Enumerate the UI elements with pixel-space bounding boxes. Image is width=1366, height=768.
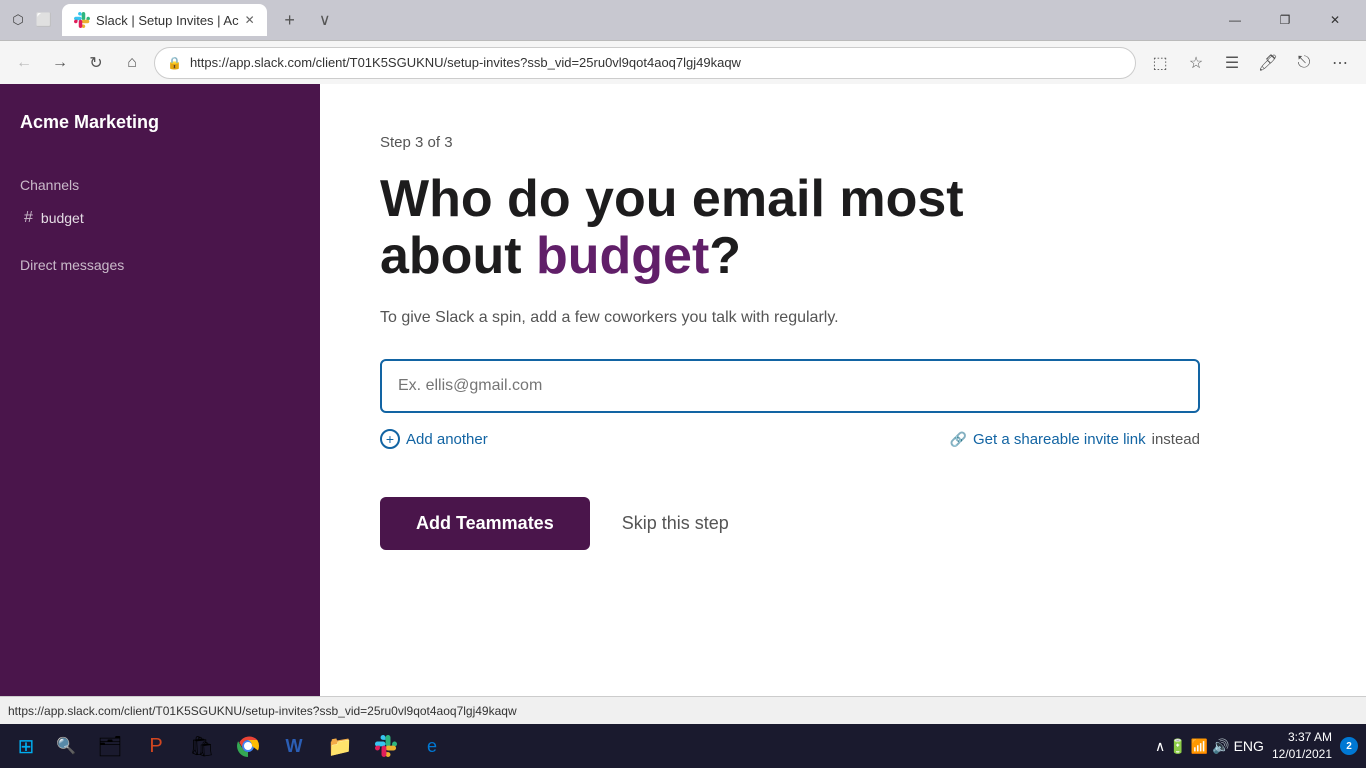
subtitle: To give Slack a spin, add a few coworker… — [380, 309, 980, 327]
taskbar-right: ∧ 🔋 📶 🔊 ENG 3:37 AM 12/01/2021 2 — [1155, 729, 1358, 763]
heading-part3: ? — [709, 227, 741, 285]
workspace-name: Acme Marketing — [16, 104, 304, 141]
taskbar-apps: 🗂 P 🛍 W 📁 — [88, 724, 454, 768]
forward-button[interactable]: → — [46, 49, 74, 77]
back-button[interactable]: ← — [10, 49, 38, 77]
channels-label: Channels — [16, 173, 304, 197]
invite-link-suffix: instead — [1152, 431, 1200, 448]
status-bar: https://app.slack.com/client/T01K5SGUKNU… — [0, 696, 1366, 724]
tab-icon-prev[interactable]: ⬡ — [8, 10, 28, 30]
url-bar[interactable]: 🔒 https://app.slack.com/client/T01K5SGUK… — [154, 47, 1136, 79]
new-tab-button[interactable]: + — [275, 4, 305, 36]
network-icon: 📶 — [1191, 738, 1208, 755]
minimize-button[interactable]: — — [1212, 0, 1258, 40]
skip-step-button[interactable]: Skip this step — [614, 497, 737, 550]
sidebar-toggle-icon[interactable]: ⬚ — [1144, 47, 1176, 79]
taskbar-app-fileexplorer[interactable]: 🗂 — [88, 724, 132, 768]
taskbar-clock[interactable]: 3:37 AM 12/01/2021 — [1272, 729, 1332, 763]
taskbar-app-files[interactable]: 📁 — [318, 724, 362, 768]
more-icon[interactable]: ⋯ — [1324, 47, 1356, 79]
slack-taskbar-icon — [375, 735, 397, 757]
share-icon[interactable]: ⎋ — [1288, 47, 1320, 79]
plus-circle-icon: + — [380, 429, 400, 449]
taskbar-app-slack[interactable] — [364, 724, 408, 768]
battery-icon: 🔋 — [1169, 738, 1186, 755]
tab-title: Slack | Setup Invites | Ac — [96, 13, 239, 28]
title-bar: ⬡ ⬜ Slack | Setup Invites | Ac ✕ + ∨ — ❐… — [0, 0, 1366, 40]
add-another-label: Add another — [406, 431, 488, 448]
title-bar-icons: ⬡ ⬜ — [8, 10, 54, 30]
content-area: Step 3 of 3 Who do you email most about … — [320, 84, 1366, 696]
direct-messages-label: Direct messages — [16, 253, 304, 277]
search-button[interactable]: 🔍 — [48, 728, 84, 764]
slack-tab-icon — [74, 12, 90, 28]
system-tray: ∧ 🔋 📶 🔊 ENG — [1155, 738, 1264, 755]
notification-badge[interactable]: 2 — [1340, 737, 1358, 755]
taskbar-app-powerpoint[interactable]: P — [134, 724, 178, 768]
chevron-up-icon[interactable]: ∧ — [1155, 738, 1165, 755]
main-heading: Who do you email most about budget? — [380, 171, 1180, 285]
clock-date: 12/01/2021 — [1272, 746, 1332, 763]
search-icon: 🔍 — [56, 736, 76, 756]
word-icon: W — [286, 736, 303, 757]
chrome-icon — [237, 735, 259, 757]
bookmark-icon[interactable]: ☆ — [1180, 47, 1212, 79]
profile-icon[interactable]: 🖊 — [1252, 47, 1284, 79]
store-icon: 🛍 — [189, 734, 214, 759]
step-label: Step 3 of 3 — [380, 134, 1306, 151]
tab-icon-capture[interactable]: ⬜ — [34, 10, 54, 30]
heading-highlight: budget — [536, 227, 709, 285]
maximize-button[interactable]: ❐ — [1262, 0, 1308, 40]
file-explorer-icon: 🗂 — [97, 734, 122, 759]
taskbar-app-edge[interactable]: e — [410, 724, 454, 768]
files-icon: 📁 — [328, 734, 353, 759]
edge-icon: e — [427, 736, 437, 757]
heading-part2: about — [380, 227, 536, 285]
tab-close-button[interactable]: ✕ — [245, 13, 255, 27]
sidebar-channel-budget[interactable]: # budget — [16, 205, 304, 231]
windows-logo-icon: ⊞ — [18, 734, 35, 759]
hash-icon: # — [24, 209, 33, 227]
reload-button[interactable]: ↻ — [82, 49, 110, 77]
taskbar-app-chrome[interactable] — [226, 724, 270, 768]
collections-icon[interactable]: ☰ — [1216, 47, 1248, 79]
address-bar: ← → ↻ ⌂ 🔒 https://app.slack.com/client/T… — [0, 40, 1366, 84]
sidebar: Acme Marketing Channels # budget Direct … — [0, 84, 320, 696]
home-button[interactable]: ⌂ — [118, 49, 146, 77]
link-icon: 🔗 — [950, 431, 967, 448]
actions-row: + Add another 🔗 Get a shareable invite l… — [380, 429, 1200, 449]
window-controls: — ❐ ✕ — [1212, 0, 1358, 40]
taskbar: ⊞ 🔍 🗂 P 🛍 — [0, 724, 1366, 768]
lock-icon: 🔒 — [167, 56, 182, 70]
invite-link-label: Get a shareable invite link — [973, 431, 1146, 448]
active-tab[interactable]: Slack | Setup Invites | Ac ✕ — [62, 4, 267, 36]
close-button[interactable]: ✕ — [1312, 0, 1358, 40]
add-another-button[interactable]: + Add another — [380, 429, 488, 449]
taskbar-app-store[interactable]: 🛍 — [180, 724, 224, 768]
taskbar-app-word[interactable]: W — [272, 724, 316, 768]
start-button[interactable]: ⊞ — [8, 728, 44, 764]
tab-list-button[interactable]: ∨ — [313, 10, 337, 30]
invite-link[interactable]: 🔗 Get a shareable invite link instead — [950, 431, 1200, 448]
toolbar-icons: ⬚ ☆ ☰ 🖊 ⎋ ⋯ — [1144, 47, 1356, 79]
main-area: Acme Marketing Channels # budget Direct … — [0, 84, 1366, 696]
heading-part1: Who do you email most — [380, 170, 964, 228]
volume-icon: 🔊 — [1212, 738, 1229, 755]
powerpoint-icon: P — [149, 735, 162, 758]
add-teammates-button[interactable]: Add Teammates — [380, 497, 590, 550]
url-text: https://app.slack.com/client/T01K5SGUKNU… — [190, 55, 1123, 70]
language-label: ENG — [1234, 738, 1264, 754]
buttons-row: Add Teammates Skip this step — [380, 497, 1306, 550]
clock-time: 3:37 AM — [1272, 729, 1332, 746]
channel-name: budget — [41, 210, 84, 226]
email-input[interactable] — [380, 359, 1200, 413]
status-url: https://app.slack.com/client/T01K5SGUKNU… — [8, 704, 1358, 718]
